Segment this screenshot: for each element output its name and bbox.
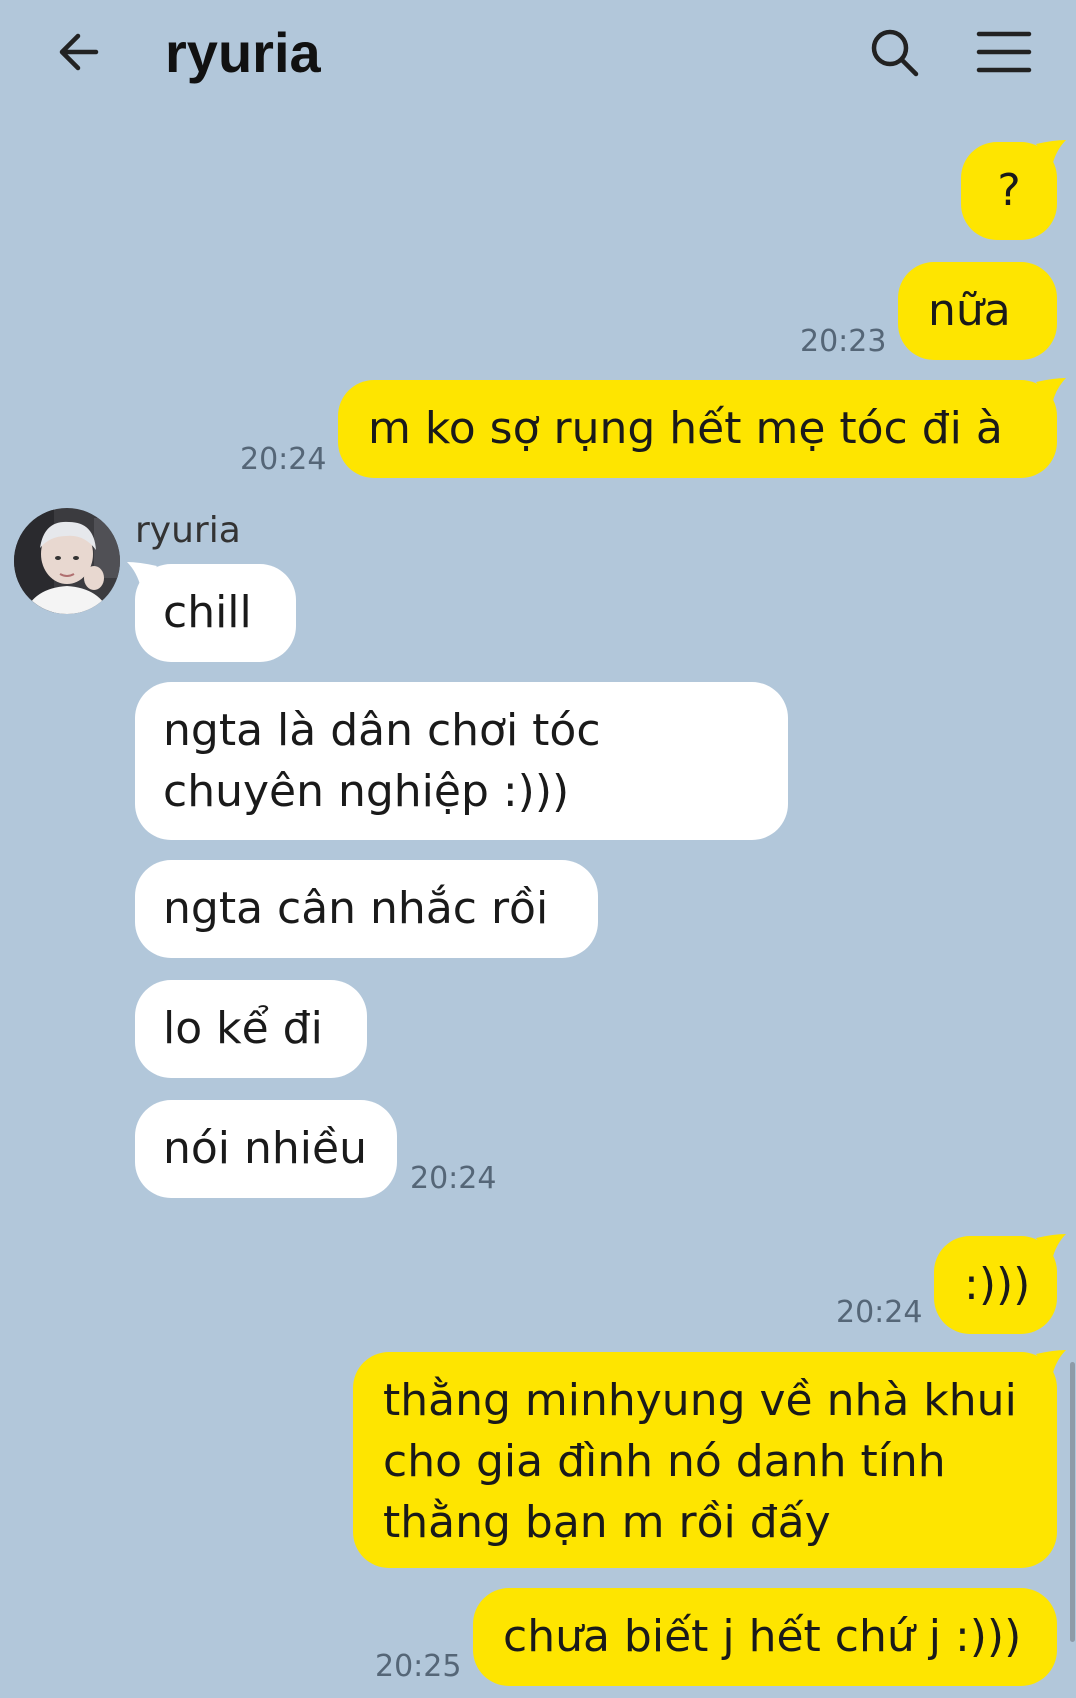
message-text: thằng minhyung về nhà khui cho gia đình … bbox=[383, 1375, 1017, 1548]
message-text: lo kể đi bbox=[163, 1003, 323, 1054]
message-text: :))) bbox=[964, 1259, 1031, 1310]
their-message-bubble[interactable]: lo kể đi bbox=[135, 980, 367, 1078]
bubble-tail bbox=[1036, 1234, 1066, 1260]
my-message-bubble[interactable]: nữa bbox=[898, 262, 1057, 360]
message-timestamp: 20:24 bbox=[410, 1161, 497, 1196]
message-timestamp: 20:23 bbox=[800, 324, 887, 359]
message-text: nói nhiều bbox=[163, 1123, 367, 1174]
their-message-bubble[interactable]: chill bbox=[135, 564, 296, 662]
my-message-bubble[interactable]: chưa biết j hết chứ j :))) bbox=[473, 1588, 1057, 1686]
their-message-bubble[interactable]: nói nhiều bbox=[135, 1100, 397, 1198]
their-message-bubble[interactable]: ngta cân nhắc rồi bbox=[135, 860, 598, 958]
message-text: ngta là dân chơi tóc chuyên nghiệp :))) bbox=[163, 705, 601, 817]
my-message-bubble[interactable]: m ko sợ rụng hết mẹ tóc đi à bbox=[338, 380, 1057, 478]
message-timestamp: 20:24 bbox=[240, 442, 327, 477]
message-timestamp: 20:24 bbox=[836, 1295, 923, 1330]
search-icon bbox=[871, 29, 919, 77]
back-button[interactable] bbox=[52, 24, 108, 80]
scrollbar[interactable] bbox=[1070, 1362, 1075, 1642]
bubble-tail bbox=[1036, 378, 1066, 404]
message-text: ? bbox=[997, 165, 1021, 216]
chat-title: ryuria bbox=[165, 21, 321, 84]
their-message-bubble[interactable]: ngta là dân chơi tóc chuyên nghiệp :))) bbox=[135, 682, 788, 840]
sender-name: ryuria bbox=[135, 510, 241, 551]
arrow-left-icon bbox=[59, 33, 99, 71]
message-text: ngta cân nhắc rồi bbox=[163, 883, 549, 934]
menu-button[interactable] bbox=[975, 24, 1033, 82]
message-timestamp: 20:25 bbox=[375, 1649, 462, 1684]
bubble-tail bbox=[1036, 1350, 1066, 1376]
avatar-image bbox=[14, 508, 120, 614]
avatar[interactable] bbox=[14, 508, 120, 614]
message-text: chill bbox=[163, 587, 252, 638]
my-message-bubble[interactable]: thằng minhyung về nhà khui cho gia đình … bbox=[353, 1352, 1057, 1568]
bubble-tail bbox=[1036, 140, 1066, 166]
message-text: nữa bbox=[928, 285, 1011, 336]
message-text: m ko sợ rụng hết mẹ tóc đi à bbox=[368, 403, 1003, 454]
chat-header: ryuria bbox=[0, 0, 1076, 110]
search-button[interactable] bbox=[866, 24, 924, 82]
hamburger-menu-icon bbox=[976, 31, 1032, 73]
message-text: chưa biết j hết chứ j :))) bbox=[503, 1611, 1022, 1662]
